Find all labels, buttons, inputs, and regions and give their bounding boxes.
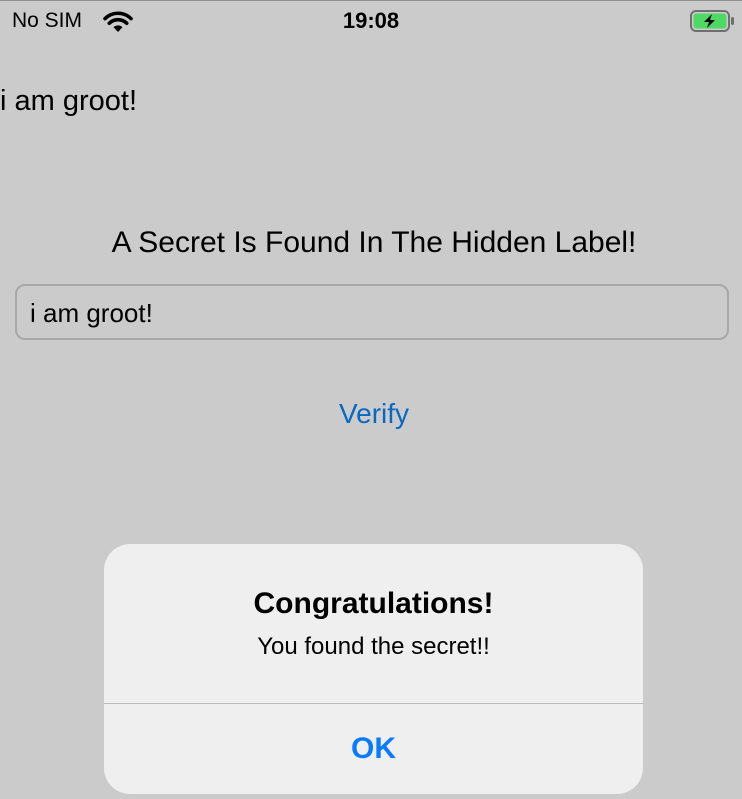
headline-label: A Secret Is Found In The Hidden Label! — [111, 226, 637, 259]
status-bar: No SIM 19:08 — [0, 0, 742, 44]
secret-text-field[interactable]: i am groot! — [15, 284, 729, 340]
hidden-label: i am groot! — [0, 85, 137, 117]
verify-button[interactable]: Verify — [0, 396, 742, 432]
alert-ok-button[interactable]: OK — [104, 704, 643, 794]
text-field-value: i am groot! — [30, 298, 153, 328]
alert-message: You found the secret!! — [257, 633, 490, 660]
alert-title: Congratulations! — [253, 587, 494, 620]
status-time: 19:08 — [342, 8, 400, 33]
battery-charging-icon — [690, 10, 736, 32]
alert-dialog: Congratulations! You found the secret!! … — [104, 544, 643, 794]
